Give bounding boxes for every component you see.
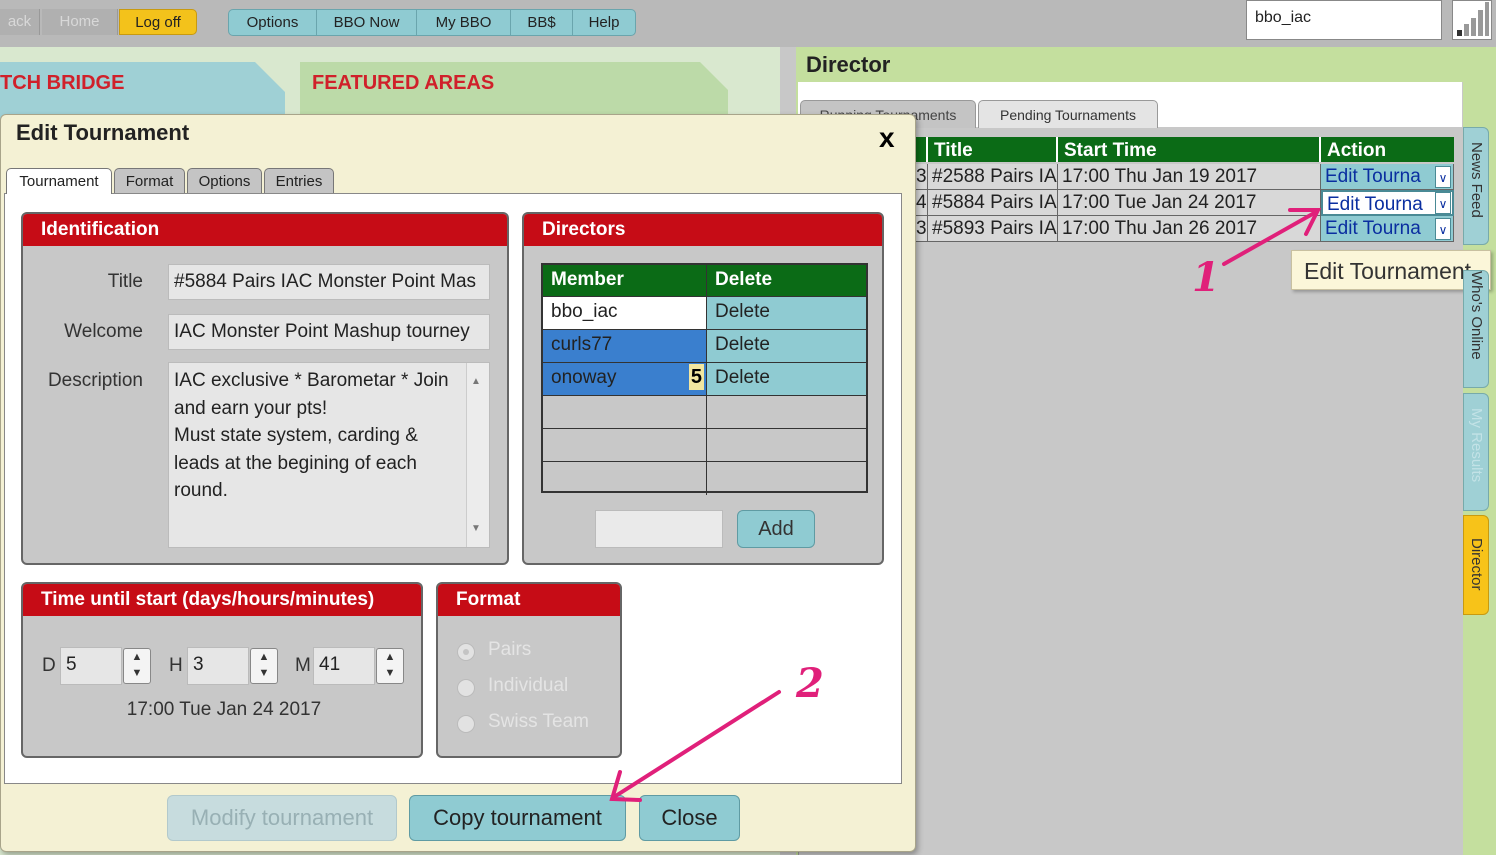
- annotation-arrows: [609, 208, 1322, 802]
- tab-tournament[interactable]: Tournament: [6, 168, 112, 194]
- annotation-label-1: 1: [1192, 254, 1220, 301]
- annotation-label-2: 2: [796, 660, 824, 707]
- arrow-1-line: [1222, 210, 1318, 266]
- arrow-2-line: [612, 690, 781, 799]
